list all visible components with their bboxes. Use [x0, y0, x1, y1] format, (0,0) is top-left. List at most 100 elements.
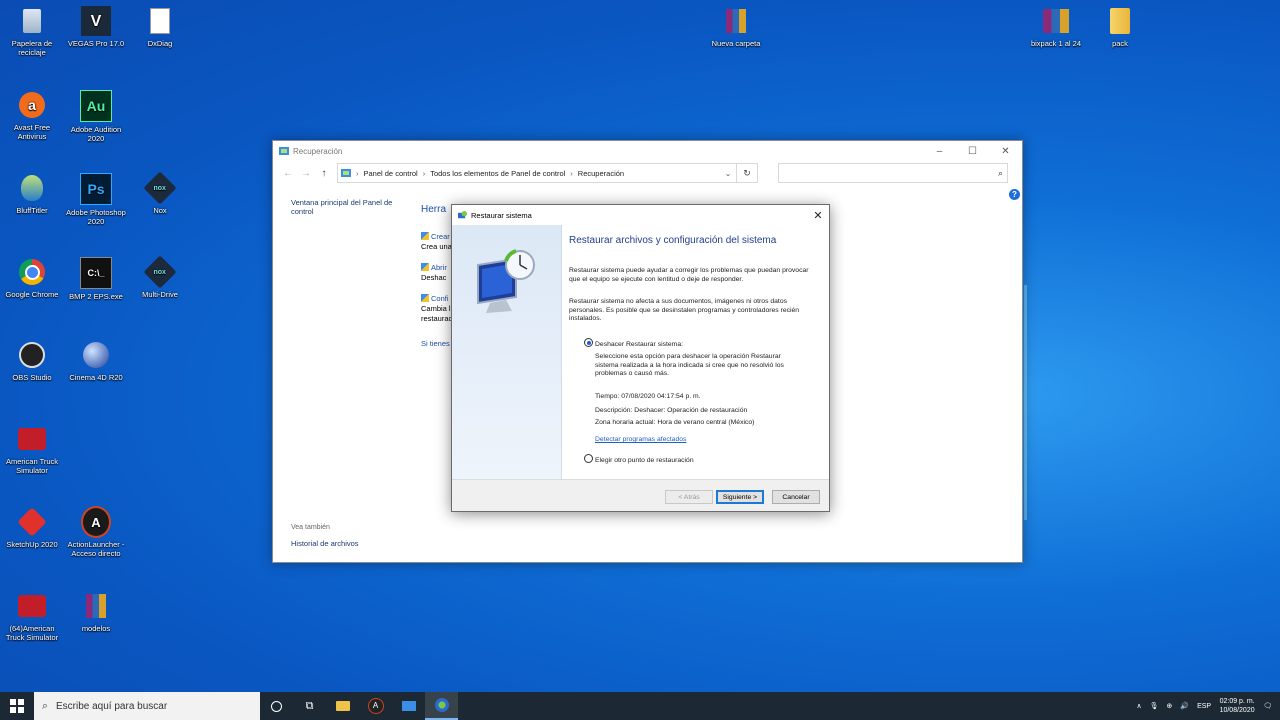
radio-choose-point[interactable] [584, 454, 593, 463]
option-choose-point[interactable]: Elegir otro punto de restauración [584, 454, 829, 466]
network-icon[interactable]: ⊕ [1167, 702, 1173, 710]
recovery-item-configure[interactable]: Confi Cambia l restaurac [421, 294, 452, 324]
actionlauncher-icon: A [81, 506, 111, 538]
close-button[interactable]: ✕ [989, 141, 1022, 161]
back-arrow-icon[interactable]: ← [279, 168, 297, 179]
dialog-close-button[interactable]: ✕ [811, 207, 825, 223]
refresh-button[interactable]: ↻ [737, 163, 758, 183]
taskbar-system-restore[interactable] [425, 692, 458, 720]
shield-icon [421, 263, 429, 271]
dialog-titlebar: Restaurar sistema [452, 205, 829, 225]
minimize-button[interactable]: – [923, 141, 956, 161]
sketchup-icon [17, 507, 47, 537]
recovery-item-create[interactable]: Crear Crea una [421, 232, 452, 252]
start-button[interactable] [0, 692, 34, 720]
search-icon: ⌕ [997, 167, 1003, 178]
address-bar[interactable]: › Panel de control › Todos los elementos… [337, 163, 737, 183]
radio-undo-restore[interactable] [584, 338, 593, 347]
computer-restore-icon [477, 249, 535, 313]
search-input[interactable]: ⌕ [778, 163, 1008, 183]
language-indicator[interactable]: ESP [1197, 703, 1211, 710]
obs-icon [17, 340, 47, 370]
file-history-link[interactable]: Historial de archivos [291, 539, 359, 548]
clock-date: 10/08/2020 [1219, 707, 1255, 714]
desktop-icon-ats[interactable]: American Truck Simulator [0, 424, 64, 475]
task-view-icon: ⧉ [305, 699, 314, 712]
maximize-button[interactable]: ☐ [956, 141, 989, 161]
desktop-icon-nox[interactable]: nox Nox [128, 171, 192, 215]
back-button[interactable]: < Atrás [665, 490, 713, 504]
desktop-icon-actionlauncher[interactable]: A ActionLauncher - Acceso directo [64, 506, 128, 558]
system-restore-icon [434, 698, 449, 712]
desktop-icon-nueva-carpeta[interactable]: Nueva carpeta [704, 6, 768, 48]
up-arrow-icon[interactable]: ↑ [315, 168, 333, 179]
shield-icon [421, 232, 429, 240]
next-button[interactable]: Siguiente > [716, 490, 764, 504]
console-icon: C:\_ [80, 257, 112, 289]
breadcrumb-control-panel[interactable]: Panel de control [364, 169, 418, 178]
restore-time: Tiempo: 07/08/2020 04:17:54 p. m. [595, 393, 701, 400]
desktop-icon-cinema4d[interactable]: Cinema 4D R20 [64, 340, 128, 382]
chevron-down-icon[interactable]: ⌄ [720, 169, 736, 178]
desktop-icon-avast[interactable]: a Avast Free Antivirus [0, 90, 64, 141]
desktop-icon-pack[interactable]: pack [1088, 6, 1152, 48]
search-icon: ⌕ [41, 699, 49, 712]
system-tray: ∧ 🎙 ⊕ 🔊 ESP 02:09 p. m. 10/08/2020 🗨 [1132, 692, 1280, 720]
shield-icon [421, 294, 429, 302]
breadcrumb-all-items[interactable]: Todos los elementos de Panel de control [430, 169, 565, 178]
desktop-icon-sketchup[interactable]: SketchUp 2020 [0, 507, 64, 549]
taskbar-search-box[interactable]: ⌕ Escribe aquí para buscar [34, 692, 260, 720]
volume-icon[interactable]: 🔊 [1180, 702, 1189, 710]
document-icon [145, 6, 175, 36]
notifications-icon[interactable]: 🗨 [1263, 702, 1272, 710]
desktop-icon-vegas[interactable]: V VEGAS Pro 17.0 [64, 6, 128, 48]
desktop-icon-bmp2eps[interactable]: C:\_ BMP 2 EPS.exe [64, 257, 128, 301]
taskbar-file-explorer[interactable] [326, 692, 359, 720]
option-undo-description: Seleccione esta opción para deshacer la … [595, 353, 784, 377]
dialog-body: Restaurar archivos y configuración del s… [452, 225, 829, 479]
truck-icon [17, 591, 47, 621]
chevron-right-icon: › [570, 168, 573, 178]
nox-icon: nox [143, 171, 177, 205]
truck-icon [17, 424, 47, 454]
desktop-icon-bixpack[interactable]: bixpack 1 al 24 [1024, 6, 1088, 48]
dialog-footer: < Atrás Siguiente > Cancelar [452, 479, 829, 512]
taskbar-actionlauncher[interactable]: A [359, 692, 392, 720]
info-link[interactable]: Si tienes [421, 339, 450, 348]
chevron-up-icon[interactable]: ∧ [1136, 702, 1141, 710]
desktop-icon-dxdiag[interactable]: DxDiag [128, 6, 192, 48]
option-undo-restore[interactable]: Deshacer Restaurar sistema: [584, 338, 829, 350]
taskbar-control-panel[interactable] [392, 692, 425, 720]
system-restore-dialog: Restaurar sistema ✕ Restaurar archivos y… [451, 204, 830, 512]
folder-icon [335, 701, 350, 711]
desktop-icon-obs[interactable]: OBS Studio [0, 340, 64, 382]
desktop-icon-recycle-bin[interactable]: Papelera de reciclaje [0, 6, 64, 57]
cortana-button[interactable] [260, 692, 293, 720]
desktop-icon-ats64[interactable]: (64)American Truck Simulator [0, 591, 64, 642]
microphone-icon[interactable]: 🎙 [1150, 702, 1159, 710]
task-view-button[interactable]: ⧉ [293, 692, 326, 720]
cancel-button[interactable]: Cancelar [772, 490, 820, 504]
desktop-icon-multidrive[interactable]: nox Multi-Drive [128, 255, 192, 299]
desktop-icon-chrome[interactable]: Google Chrome [0, 257, 64, 299]
taskbar-search-placeholder: Escribe aquí para buscar [56, 700, 168, 712]
desktop-icon-blufftitler[interactable]: BluffTitler [0, 173, 64, 215]
desktop-icon-modelos[interactable]: modelos [64, 591, 128, 633]
forward-arrow-icon[interactable]: → [297, 168, 315, 179]
recovery-item-open[interactable]: Abrir Deshac [421, 263, 447, 283]
help-icon[interactable]: ? [1009, 189, 1020, 200]
detect-programs-link[interactable]: Detectar programas afectados [595, 436, 795, 445]
breadcrumb-recovery[interactable]: Recuperación [578, 169, 624, 178]
chrome-icon [17, 257, 47, 287]
dialog-paragraph-1: Restaurar sistema puede ayudar a corregi… [569, 267, 809, 283]
left-pane-link[interactable]: Ventana principal del Panel de control [291, 198, 411, 216]
desktop-icon-photoshop[interactable]: Ps Adobe Photoshop 2020 [64, 173, 128, 226]
windows-logo-icon [10, 699, 24, 713]
refresh-icon: ↻ [743, 167, 751, 178]
cortana-circle-icon [271, 700, 282, 712]
restore-timezone: Zona horaria actual: Hora de verano cent… [595, 419, 755, 426]
clock[interactable]: 02:09 p. m. 10/08/2020 [1215, 697, 1259, 715]
system-restore-icon [458, 210, 467, 218]
desktop-icon-audition[interactable]: Au Adobe Audition 2020 [64, 90, 128, 143]
archive-icon [721, 6, 751, 36]
